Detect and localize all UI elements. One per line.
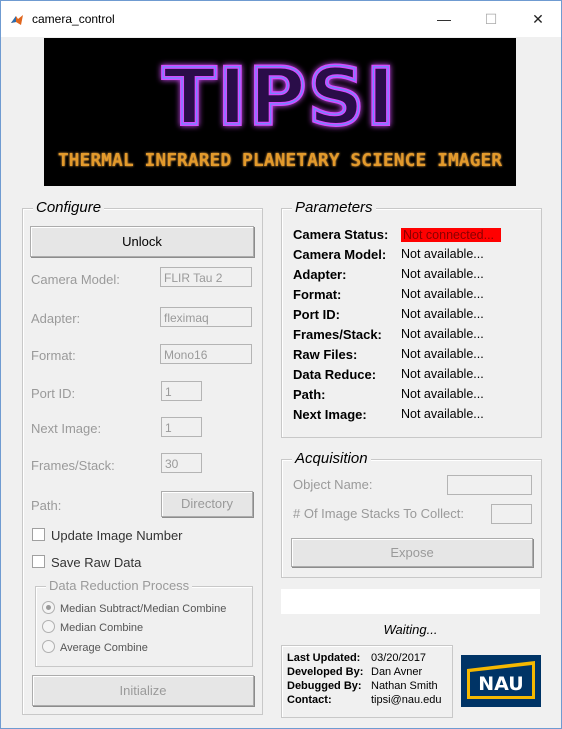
expose-button[interactable]: Expose [291,538,533,567]
frames-stack-field[interactable]: 30 [161,453,202,473]
param-value-format: Not available... [401,287,484,301]
debugged-by-label: Debugged By: [287,680,362,692]
param-value-camera-model: Not available... [401,247,484,261]
radio-label: Median Combine [60,622,144,634]
svg-text:TIPSI: TIPSI [163,53,398,143]
param-value-camera-status: Not connected... [401,228,501,242]
path-label: Path: [31,498,62,513]
param-label-port-id: Port ID: [293,307,340,322]
radio-label: Average Combine [60,642,148,654]
configure-title: Configure [33,199,105,216]
banner-subtitle: THERMAL INFRARED PLANETARY SCIENCE IMAGE… [57,150,503,171]
stacks-to-collect-field[interactable] [491,504,532,524]
param-label-camera-status: Camera Status: [293,227,389,242]
param-value-frames-stack: Not available... [401,327,484,341]
title-bar: camera_control — ☐ ✕ [1,1,561,37]
param-label-camera-model: Camera Model: [293,247,387,262]
last-updated-value: 03/20/2017 [371,652,427,664]
tipsi-banner: TIPSI TIPSI THERMAL INFRARED PLANETARY S… [44,38,516,186]
camera-model-label: Camera Model: [31,272,120,287]
debugged-by-value: Nathan Smith [371,680,438,692]
matlab-icon [11,15,23,25]
maximize-button[interactable]: ☐ [468,1,514,37]
contact-label: Contact: [287,694,332,706]
port-id-field[interactable]: 1 [161,381,202,401]
unlock-button[interactable]: Unlock [30,226,254,257]
next-image-label: Next Image: [31,421,102,436]
adapter-label: Adapter: [31,311,81,326]
camera-control-window: camera_control — ☐ ✕ TIPSI TIPSI THERMAL… [0,0,562,729]
format-label: Format: [31,348,76,363]
directory-button[interactable]: Directory [161,491,253,517]
param-value-data-reduce: Not available... [401,367,484,381]
update-image-number-checkbox[interactable]: Update Image Number [32,528,183,543]
param-label-format: Format: [293,287,342,302]
format-field[interactable]: Mono16 [160,344,252,364]
param-label-raw-files: Raw Files: [293,347,358,362]
parameters-panel: Parameters [281,199,542,438]
param-value-raw-files: Not available... [401,347,484,361]
nau-logo: NAU [461,655,541,707]
initialize-button[interactable]: Initialize [32,675,254,706]
next-image-field[interactable]: 1 [161,417,202,437]
developed-by-value: Dan Avner [371,666,423,678]
contact-value: tipsi@nau.edu [371,694,442,706]
object-name-label: Object Name: [293,477,373,492]
radio-median-subtract[interactable]: Median Subtract/Median Combine [42,601,226,615]
param-label-path: Path: [293,387,326,402]
param-label-frames-stack: Frames/Stack: [293,327,382,342]
param-label-data-reduce: Data Reduce: [293,367,377,382]
data-reduction-title: Data Reduction Process [46,578,193,593]
status-text: Waiting... [383,622,438,637]
save-raw-data-checkbox[interactable]: Save Raw Data [32,555,141,570]
adapter-field[interactable]: fleximaq [160,307,252,327]
nau-logo-text: NAU [478,673,523,695]
status-message-box [281,589,540,614]
param-label-adapter: Adapter: [293,267,347,282]
port-id-label: Port ID: [31,386,76,401]
radio-label: Median Subtract/Median Combine [60,603,227,615]
tipsi-logo: TIPSI TIPSI [161,51,398,145]
window-title: camera_control [32,12,115,26]
frames-stack-label: Frames/Stack: [31,458,115,473]
update-image-number-label: Update Image Number [51,528,183,543]
param-label-next-image: Next Image: [293,407,367,422]
minimize-button[interactable]: — [421,1,467,37]
checkbox-box[interactable] [32,555,45,568]
radio-average-combine[interactable]: Average Combine [42,640,148,654]
last-updated-label: Last Updated: [287,652,361,664]
radio-dot[interactable] [42,640,55,653]
save-raw-data-label: Save Raw Data [51,555,142,570]
parameters-title: Parameters [292,199,376,216]
stacks-to-collect-label: # Of Image Stacks To Collect: [293,506,464,521]
object-name-field[interactable] [447,475,532,495]
developed-by-label: Developed By: [287,666,364,678]
camera-model-field[interactable]: FLIR Tau 2 [160,267,252,287]
checkbox-box[interactable] [32,528,45,541]
radio-median-combine[interactable]: Median Combine [42,620,143,634]
param-value-next-image: Not available... [401,407,484,421]
radio-dot[interactable] [42,601,55,614]
close-button[interactable]: ✕ [515,1,561,37]
param-value-path: Not available... [401,387,484,401]
radio-dot[interactable] [42,620,55,633]
param-value-adapter: Not available... [401,267,484,281]
param-value-port-id: Not available... [401,307,484,321]
acquisition-title: Acquisition [292,450,371,467]
